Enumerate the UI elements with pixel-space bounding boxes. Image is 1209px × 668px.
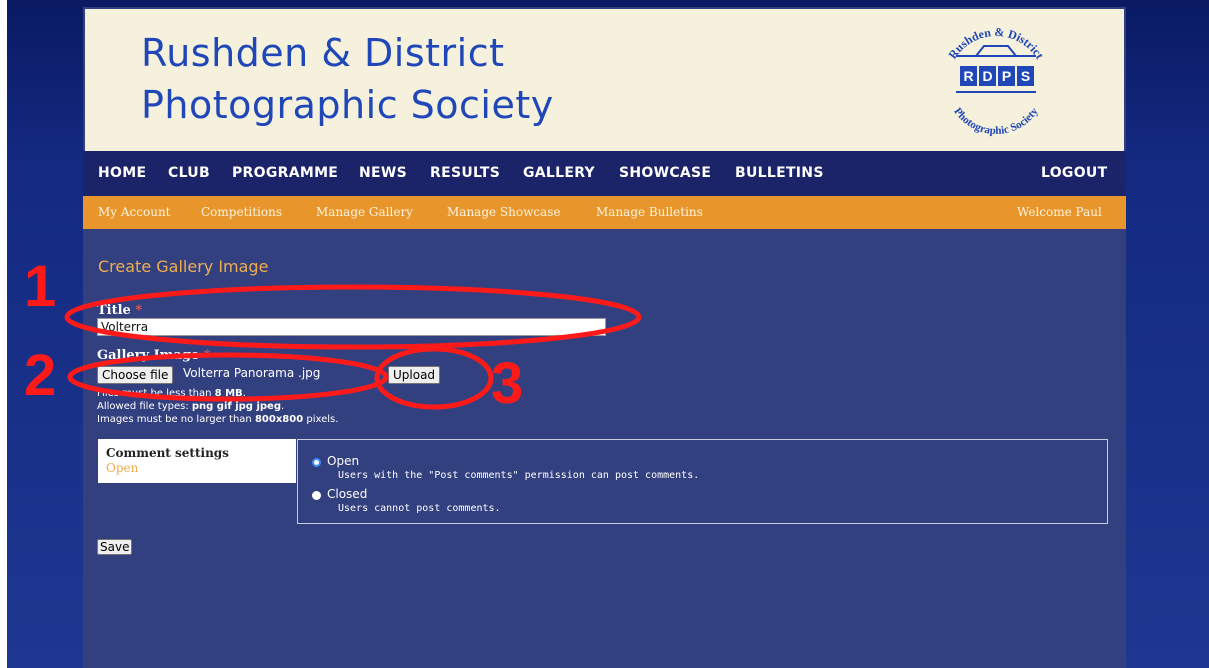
nav-news[interactable]: NEWS xyxy=(359,165,407,181)
nav-club[interactable]: CLUB xyxy=(168,165,210,181)
required-mark: * xyxy=(135,303,143,318)
logo-letter-p: P xyxy=(1002,68,1011,84)
page-title: Create Gallery Image xyxy=(98,257,269,276)
nav-programme[interactable]: PROGRAMME xyxy=(232,165,338,181)
annotation-number-3: 3 xyxy=(491,351,524,416)
title-input[interactable] xyxy=(97,318,606,336)
logo-letter-r: R xyxy=(963,68,973,84)
radio-open[interactable] xyxy=(312,458,321,467)
nav-showcase[interactable]: SHOWCASE xyxy=(619,165,711,181)
rdps-logo: Rushden & District Photographic Society … xyxy=(945,25,1046,137)
radio-open-label[interactable]: Open xyxy=(327,454,359,468)
help-size-value: 8 MB xyxy=(214,388,243,399)
save-button[interactable]: Save xyxy=(97,539,133,555)
nav-home[interactable]: HOME xyxy=(98,165,146,181)
required-mark: * xyxy=(203,348,211,363)
comment-settings-title: Comment settings xyxy=(106,446,229,460)
main-nav: HOME CLUB PROGRAMME NEWS RESULTS GALLERY… xyxy=(83,151,1126,196)
svg-text:Photographic Society: Photographic Society xyxy=(951,105,1041,137)
logo-letter-d: D xyxy=(982,68,992,84)
help-types-value: png gif jpg jpeg xyxy=(191,401,281,412)
subnav-my-account[interactable]: My Account xyxy=(98,205,171,219)
title-label: Title * xyxy=(97,303,142,318)
annotation-number-1: 1 xyxy=(24,254,57,319)
radio-closed-label[interactable]: Closed xyxy=(327,487,367,501)
sub-nav: My Account Competitions Manage Gallery M… xyxy=(83,196,1126,229)
choose-file-button[interactable]: Choose file xyxy=(97,366,174,384)
page-container: Rushden & District Photographic Society … xyxy=(83,7,1126,668)
welcome-text: Welcome Paul xyxy=(1017,205,1102,219)
logo-letter-s: S xyxy=(1021,68,1030,84)
comment-settings-panel: Open Users with the "Post comments" perm… xyxy=(297,439,1108,524)
site-title-line2: Photographic Society xyxy=(141,83,554,127)
selected-file-name: Volterra Panorama .jpg xyxy=(183,366,321,380)
radio-open-description: Users with the "Post comments" permissio… xyxy=(338,470,700,481)
help-file-types: Allowed file types: png gif jpg jpeg. xyxy=(97,401,285,412)
nav-gallery[interactable]: GALLERY xyxy=(523,165,595,181)
gallery-image-label: Gallery Image * xyxy=(97,348,211,363)
subnav-manage-gallery[interactable]: Manage Gallery xyxy=(316,205,413,219)
upload-button[interactable]: Upload xyxy=(388,366,441,384)
gallery-image-label-text: Gallery Image xyxy=(97,348,200,363)
title-label-text: Title xyxy=(97,303,131,318)
nav-bulletins[interactable]: BULLETINS xyxy=(735,165,824,181)
help-dims-suffix: pixels. xyxy=(306,414,339,425)
comment-settings-summary: Open xyxy=(106,461,139,475)
subnav-manage-bulletins[interactable]: Manage Bulletins xyxy=(596,205,703,219)
subnav-competitions[interactable]: Competitions xyxy=(201,205,282,219)
radio-closed-description: Users cannot post comments. xyxy=(338,503,501,514)
comment-settings-tab[interactable]: Comment settings Open xyxy=(98,439,296,483)
help-image-dims: Images must be no larger than 800x800 pi… xyxy=(97,414,338,425)
nav-results[interactable]: RESULTS xyxy=(430,165,500,181)
site-title-line1: Rushden & District xyxy=(141,31,505,75)
subnav-manage-showcase[interactable]: Manage Showcase xyxy=(447,205,561,219)
radio-closed[interactable] xyxy=(312,491,321,500)
help-file-size: Files must be less than 8 MB. xyxy=(97,388,246,399)
help-dims-prefix: Images must be no larger than xyxy=(97,414,252,425)
help-dims-value: 800x800 xyxy=(254,414,304,425)
annotation-number-2: 2 xyxy=(24,343,57,408)
site-header: Rushden & District Photographic Society … xyxy=(85,9,1124,151)
logo-ring-text-bottom: Photographic Society xyxy=(951,105,1041,137)
help-types-prefix: Allowed file types: xyxy=(97,401,189,412)
help-size-prefix: Files must be less than xyxy=(97,388,212,399)
nav-logout[interactable]: LOGOUT xyxy=(1041,165,1107,181)
